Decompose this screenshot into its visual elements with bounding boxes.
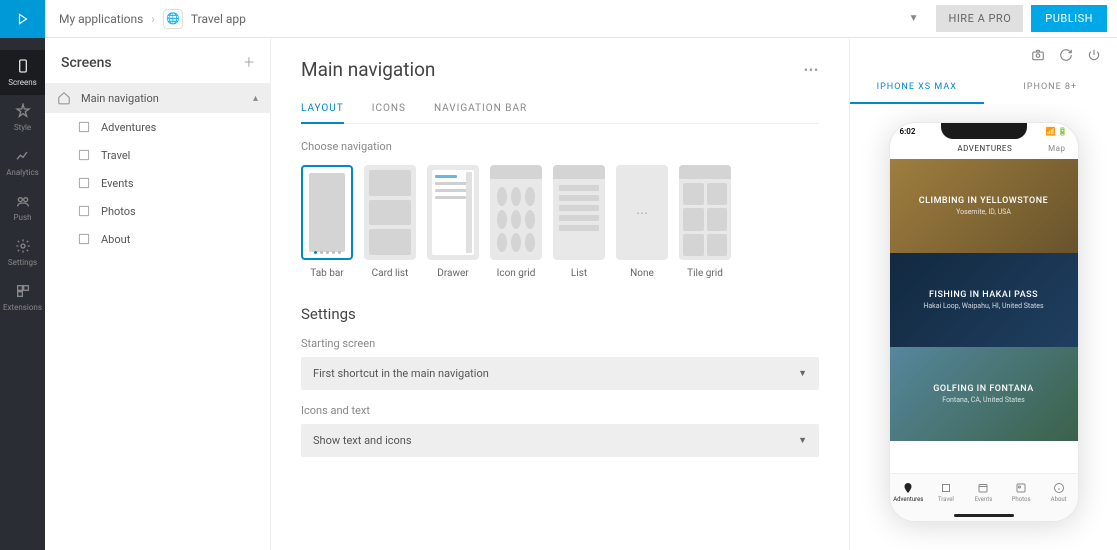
screens-panel: Screens + Main navigation ▴ Adventures T… xyxy=(45,38,271,550)
icons-text-select[interactable]: Show text and icons ▼ xyxy=(301,424,819,457)
tree-adventures[interactable]: Adventures xyxy=(45,113,270,141)
chevron-down-icon: ▼ xyxy=(798,435,807,446)
nav-option-label: Tab bar xyxy=(310,268,343,279)
logo[interactable] xyxy=(0,0,45,38)
nav-option-label: List xyxy=(571,268,587,279)
tree-label: About xyxy=(101,233,130,246)
rail-push[interactable]: Push xyxy=(0,185,45,230)
card-title: GOLFING IN FONTANA xyxy=(933,384,1034,394)
tree-photos[interactable]: Photos xyxy=(45,197,270,225)
preview-tab-photos: Photos xyxy=(1002,474,1040,511)
rail-label: Settings xyxy=(8,258,37,267)
nav-option-none[interactable]: ⋯None xyxy=(616,165,668,279)
breadcrumb-root[interactable]: My applications xyxy=(59,12,143,26)
page-title: Main navigation xyxy=(301,58,435,81)
rail-screens[interactable]: Screens xyxy=(0,50,45,95)
nav-option-label: Icon grid xyxy=(497,268,536,279)
tab-navigation-bar[interactable]: NAVIGATION BAR xyxy=(434,103,527,123)
preview-tab-travel: Travel xyxy=(927,474,965,511)
navigation-options: Tab bar Card list Drawer Icon grid List … xyxy=(301,165,819,279)
rail-extensions[interactable]: Extensions xyxy=(0,275,45,320)
top-bar: My applications › 🌐 Travel app ▼ HIRE A … xyxy=(0,0,1117,38)
status-time: 6:02 xyxy=(900,127,916,136)
home-indicator xyxy=(954,514,1014,517)
rail-label: Extensions xyxy=(3,303,42,312)
tree-label: Events xyxy=(101,177,134,190)
tree-label: Adventures xyxy=(101,121,156,134)
nav-option-drawer[interactable]: Drawer xyxy=(427,165,479,279)
rail-analytics[interactable]: Analytics xyxy=(0,140,45,185)
card-title: FISHING IN HAKAI PASS xyxy=(929,290,1038,300)
power-icon[interactable] xyxy=(1087,48,1101,62)
publish-button[interactable]: PUBLISH xyxy=(1031,5,1107,32)
preview-card: CLIMBING IN YELLOWSTONE Yosemite, ID, USA xyxy=(890,159,1078,253)
app-icon: 🌐 xyxy=(163,9,183,29)
preview-card: GOLFING IN FONTANA Fontana, CA, United St… xyxy=(890,347,1078,441)
device-tab-iphone-xs-max[interactable]: IPHONE XS MAX xyxy=(850,72,984,104)
rail-label: Push xyxy=(14,213,32,222)
tab-icons[interactable]: ICONS xyxy=(372,103,406,123)
icons-text-label: Icons and text xyxy=(301,404,819,417)
camera-icon[interactable] xyxy=(1031,48,1045,62)
card-title: CLIMBING IN YELLOWSTONE xyxy=(919,196,1048,206)
preview-header: ADVENTURES xyxy=(957,144,1012,153)
select-value: Show text and icons xyxy=(313,434,412,447)
rail-settings[interactable]: Settings xyxy=(0,230,45,275)
tree-label: Photos xyxy=(101,205,136,218)
nav-option-list[interactable]: List xyxy=(553,165,605,279)
dropdown-icon[interactable]: ▼ xyxy=(909,13,919,24)
device-tab-iphone-8-plus[interactable]: IPHONE 8+ xyxy=(984,72,1117,104)
screens-title: Screens xyxy=(61,55,112,71)
card-subtitle: Yosemite, ID, USA xyxy=(956,208,1011,216)
card-subtitle: Fontana, CA, United States xyxy=(942,396,1024,404)
preview-map-link: Map xyxy=(1048,144,1065,153)
refresh-icon[interactable] xyxy=(1059,48,1073,62)
rail-label: Screens xyxy=(8,78,37,87)
more-icon[interactable]: ••• xyxy=(804,63,819,77)
phone-preview: 6:02 📶 🔋 ADVENTURES Map CLIMBING IN YELLOW… xyxy=(889,122,1079,522)
nav-option-label: Card list xyxy=(372,268,409,279)
nav-option-card-list[interactable]: Card list xyxy=(364,165,416,279)
tree-travel[interactable]: Travel xyxy=(45,141,270,169)
tab-layout[interactable]: LAYOUT xyxy=(301,103,344,124)
preview-tab-events: Events xyxy=(965,474,1003,511)
choose-navigation-label: Choose navigation xyxy=(301,140,819,153)
starting-screen-label: Starting screen xyxy=(301,337,819,350)
chevron-up-icon[interactable]: ▴ xyxy=(253,93,258,104)
breadcrumb: My applications › 🌐 Travel app xyxy=(45,9,246,29)
preview-tab-adventures: Adventures xyxy=(890,474,928,511)
rail-label: Style xyxy=(14,123,31,132)
tree-label: Travel xyxy=(101,149,130,162)
add-screen-button[interactable]: + xyxy=(244,52,254,73)
hire-a-pro-button[interactable]: HIRE A PRO xyxy=(936,5,1023,32)
rail-style[interactable]: Style xyxy=(0,95,45,140)
nav-option-label: None xyxy=(630,268,654,279)
tree-events[interactable]: Events xyxy=(45,169,270,197)
status-icons: 📶 🔋 xyxy=(1046,127,1068,136)
preview-card: FISHING IN HAKAI PASS Hakai Loop, Waipahu… xyxy=(890,253,1078,347)
nav-option-icon-grid[interactable]: Icon grid xyxy=(490,165,542,279)
preview-tab-about: About xyxy=(1040,474,1078,511)
left-icon-rail: Screens Style Analytics Push Settings Ex… xyxy=(0,38,45,550)
breadcrumb-app[interactable]: Travel app xyxy=(191,12,246,26)
main-content: Main navigation ••• LAYOUT ICONS NAVIGAT… xyxy=(271,38,849,550)
tree-about[interactable]: About xyxy=(45,225,270,253)
nav-option-tab-bar[interactable]: Tab bar xyxy=(301,165,353,279)
chevron-right-icon: › xyxy=(151,12,155,26)
nav-option-label: Tile grid xyxy=(687,268,723,279)
starting-screen-select[interactable]: First shortcut in the main navigation ▼ xyxy=(301,357,819,390)
tree-label: Main navigation xyxy=(81,92,159,105)
card-subtitle: Hakai Loop, Waipahu, HI, United States xyxy=(923,302,1043,310)
phone-notch xyxy=(941,123,1027,139)
nav-option-label: Drawer xyxy=(437,268,468,279)
layout-tabs: LAYOUT ICONS NAVIGATION BAR xyxy=(301,103,819,124)
nav-option-tile-grid[interactable]: Tile grid xyxy=(679,165,731,279)
select-value: First shortcut in the main navigation xyxy=(313,367,489,380)
rail-label: Analytics xyxy=(6,168,39,177)
settings-heading: Settings xyxy=(301,305,819,323)
chevron-down-icon: ▼ xyxy=(798,368,807,379)
tree-main-navigation[interactable]: Main navigation ▴ xyxy=(45,83,270,113)
preview-panel: IPHONE XS MAX IPHONE 8+ 6:02 📶 🔋 ADVENTUR… xyxy=(849,38,1117,550)
